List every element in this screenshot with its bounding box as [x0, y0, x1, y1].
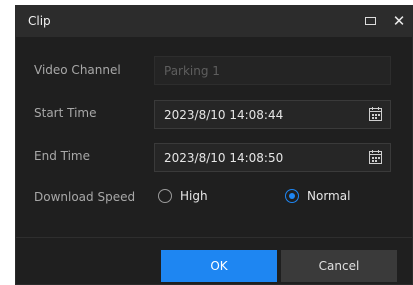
- title-bar: Clip ✕: [16, 6, 412, 37]
- speed-radio-normal[interactable]: Normal: [285, 189, 350, 203]
- ok-button[interactable]: OK: [161, 250, 277, 282]
- start-time-field[interactable]: 2023/8/10 14:08:44: [154, 100, 391, 129]
- footer-divider: [16, 237, 412, 238]
- end-time-value: 2023/8/10 14:08:50: [164, 151, 284, 165]
- cancel-button[interactable]: Cancel: [281, 250, 397, 282]
- speed-radio-high-label: High: [180, 189, 208, 203]
- close-button[interactable]: ✕: [390, 12, 408, 30]
- start-time-value: 2023/8/10 14:08:44: [164, 108, 284, 122]
- speed-radio-normal-label: Normal: [307, 189, 351, 203]
- calendar-icon[interactable]: [369, 107, 382, 121]
- radio-circle-icon: [158, 189, 172, 203]
- end-time-field[interactable]: 2023/8/10 14:08:50: [154, 143, 391, 172]
- radio-checked-icon: [285, 189, 299, 203]
- end-time-label: End Time: [34, 149, 90, 163]
- speed-radio-high[interactable]: High: [158, 189, 208, 203]
- calendar-icon[interactable]: [369, 150, 382, 164]
- start-time-label: Start Time: [34, 106, 97, 120]
- video-channel-field: Parking 1: [154, 56, 391, 85]
- close-icon: ✕: [392, 12, 406, 30]
- download-speed-label: Download Speed: [34, 190, 136, 204]
- clip-dialog: Clip ✕ Video Channel Parking 1 Start Tim…: [15, 5, 413, 285]
- dialog-title: Clip: [28, 14, 51, 28]
- maximize-button[interactable]: [361, 12, 379, 30]
- maximize-icon: [365, 17, 376, 25]
- video-channel-label: Video Channel: [34, 63, 121, 77]
- video-channel-value: Parking 1: [164, 64, 220, 78]
